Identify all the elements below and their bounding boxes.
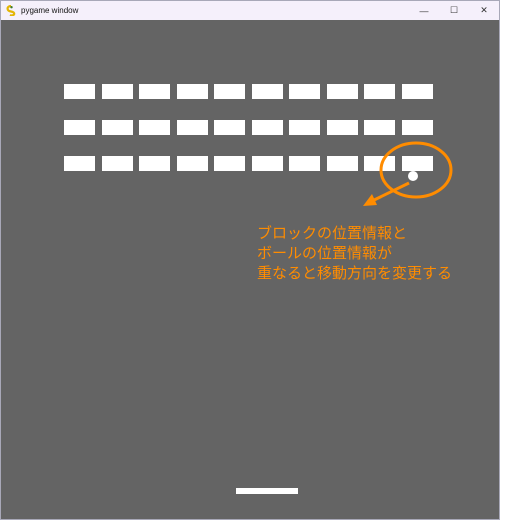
annotation-line-2: ボールの位置情報が — [257, 244, 393, 262]
window-controls: — ☐ ✕ — [409, 1, 499, 20]
brick — [102, 84, 133, 99]
brick — [214, 156, 245, 171]
brick — [252, 156, 283, 171]
brick — [402, 120, 433, 135]
brick — [177, 84, 208, 99]
window-title: pygame window — [21, 6, 79, 15]
brick — [402, 156, 433, 171]
brick — [327, 120, 358, 135]
brick — [64, 156, 95, 171]
brick — [289, 120, 320, 135]
brick — [139, 120, 170, 135]
brick — [177, 120, 208, 135]
brick — [64, 84, 95, 99]
maximize-button[interactable]: ☐ — [439, 1, 469, 20]
brick — [139, 84, 170, 99]
brick — [364, 84, 395, 99]
brick — [364, 156, 395, 171]
annotation-line-3: 重なると移動方向を変更する — [257, 264, 453, 282]
brick — [64, 120, 95, 135]
close-button[interactable]: ✕ — [469, 1, 499, 20]
paddle[interactable] — [236, 488, 298, 494]
annotation-text: ブロックの位置情報と ボールの位置情報が 重なると移動方向を変更する — [257, 223, 452, 283]
brick — [402, 84, 433, 99]
pygame-snake-icon — [6, 4, 16, 17]
pygame-window: pygame window — ☐ ✕ ブロックの位置情報と ボールの位置情報が… — [0, 0, 500, 520]
brick — [252, 84, 283, 99]
brick — [214, 84, 245, 99]
brick — [252, 120, 283, 135]
brick — [289, 156, 320, 171]
brick — [327, 84, 358, 99]
brick — [177, 156, 208, 171]
brick — [139, 156, 170, 171]
brick — [289, 84, 320, 99]
brick — [327, 156, 358, 171]
brick — [102, 156, 133, 171]
minimize-button[interactable]: — — [409, 1, 439, 20]
brick — [214, 120, 245, 135]
title-bar[interactable]: pygame window — ☐ ✕ — [1, 1, 499, 20]
brick — [364, 120, 395, 135]
ball — [408, 171, 418, 181]
annotation-line-1: ブロックの位置情報と — [257, 224, 408, 242]
brick — [102, 120, 133, 135]
